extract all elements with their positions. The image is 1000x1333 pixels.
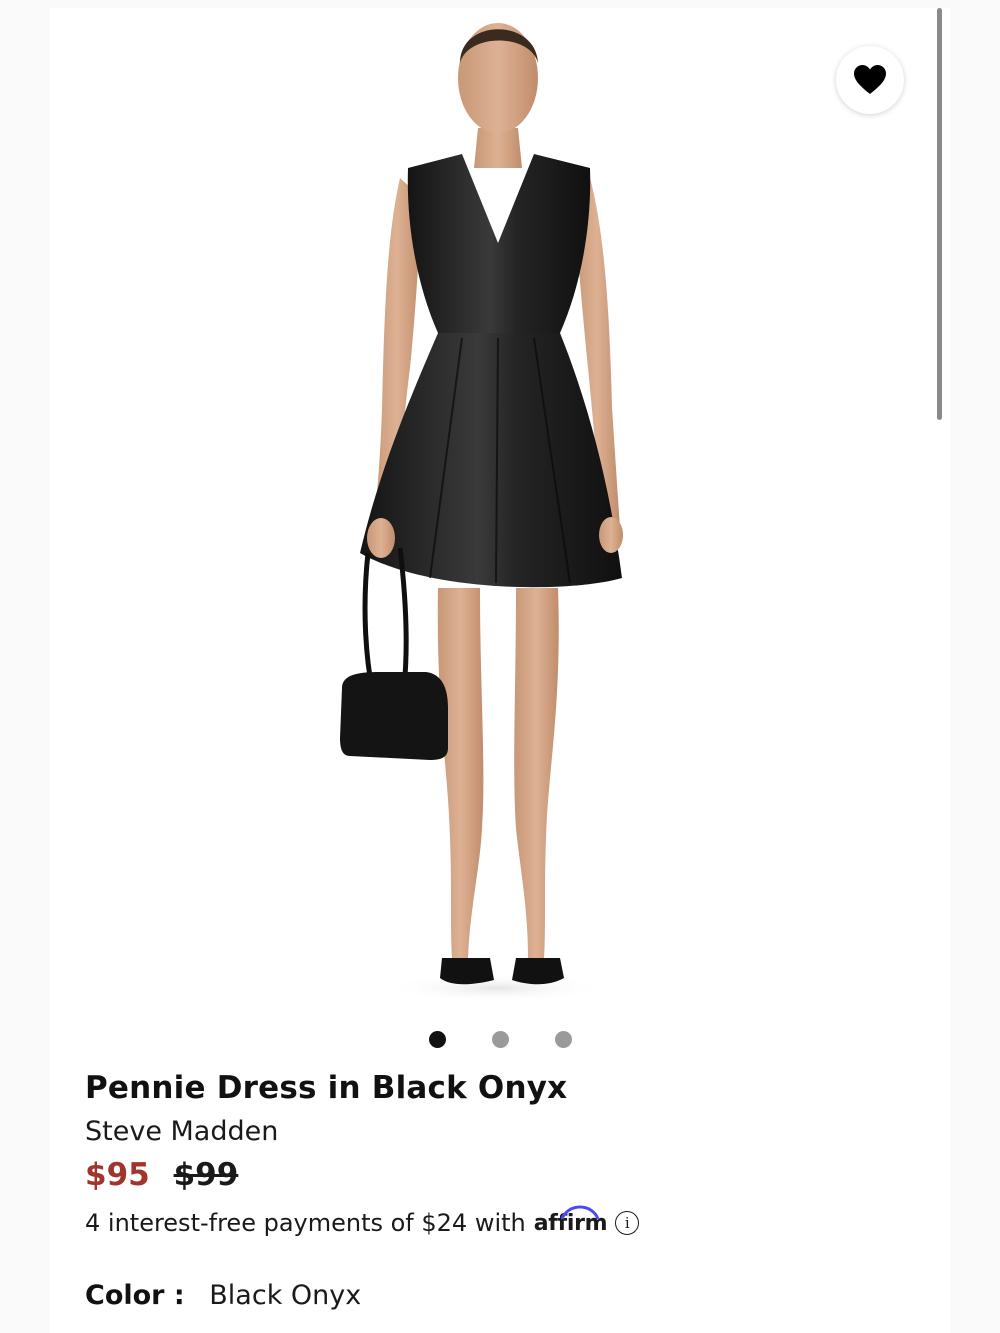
sale-price: $95 [85, 1157, 150, 1193]
affirm-payments[interactable]: 4 interest-free payments of $24 with aff… [85, 1205, 640, 1237]
color-label: Color : [85, 1280, 185, 1311]
product-photo [340, 23, 623, 1002]
info-icon[interactable]: i [615, 1211, 640, 1235]
affirm-logo: affirm [534, 1205, 608, 1236]
gallery-dot-2[interactable] [492, 1031, 509, 1048]
scrollbar[interactable] [937, 8, 942, 420]
heart-icon [854, 65, 886, 94]
product-brand[interactable]: Steve Madden [85, 1116, 278, 1147]
original-price: $99 [173, 1157, 239, 1193]
color-row: Color : Black Onyx [85, 1280, 361, 1311]
gallery-dot-1[interactable] [429, 1031, 446, 1048]
gallery-dot-3[interactable] [555, 1031, 572, 1048]
price-row: $95 $99 [85, 1157, 238, 1193]
color-value: Black Onyx [209, 1280, 362, 1311]
gallery-pagination [0, 1031, 1000, 1049]
affirm-arc-icon [560, 1205, 600, 1220]
favorite-button[interactable] [836, 46, 904, 114]
product-title: Pennie Dress in Black Onyx [85, 1070, 568, 1106]
product-image-gallery[interactable] [50, 8, 950, 1018]
payments-text: 4 interest-free payments of $24 with [85, 1209, 526, 1237]
